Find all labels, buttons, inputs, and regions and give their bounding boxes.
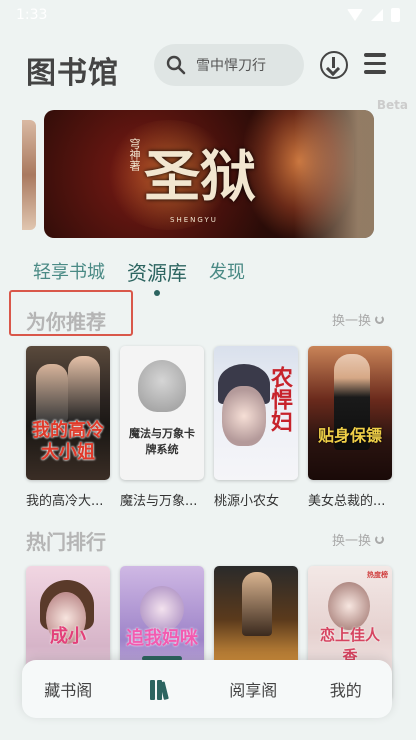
book-title: 美女总裁的... (308, 494, 386, 509)
refresh-label: 换一换 (331, 534, 371, 549)
cover-title: 贴身保镖 (317, 426, 382, 445)
search-icon (166, 55, 186, 75)
library-icon (149, 678, 173, 700)
bottom-nav: 藏书阁 阅享阁 我的 (22, 660, 392, 718)
book-card[interactable]: 我的高冷大小姐 我的高冷大... (26, 346, 110, 509)
download-icon[interactable] (320, 51, 348, 79)
recommend-book-list: 我的高冷大小姐 我的高冷大... 魔法与万象卡牌系统 魔法与万象... 农悍妇 … (26, 346, 392, 509)
book-cover: 我的高冷大小姐 (26, 346, 110, 480)
book-title: 我的高冷大... (26, 494, 104, 509)
cover-title: 魔法与万象卡牌系统 (129, 427, 195, 456)
refresh-icon (375, 315, 384, 324)
hot-ranking-title: 热门排行 (26, 530, 106, 554)
status-time: 1:33 (16, 7, 48, 23)
beta-badge: Beta (376, 98, 408, 112)
recommend-refresh-button[interactable]: 换一换 (332, 310, 384, 329)
cover-title: 农悍妇 (267, 366, 292, 432)
banner-prev-slide[interactable] (22, 120, 36, 230)
nav-library[interactable] (126, 678, 196, 700)
book-title: 魔法与万象... (120, 494, 198, 509)
cover-title: 追我妈咪 (126, 628, 198, 649)
book-card[interactable]: 贴身保镖 美女总裁的... (308, 346, 392, 509)
header: 图书馆 雪中悍刀行 (0, 42, 416, 91)
signal-icon (371, 9, 383, 21)
banner-pinyin: SHENGYU (170, 216, 218, 224)
book-card[interactable]: 农悍妇 桃源小农女 (214, 346, 298, 509)
search-input[interactable]: 雪中悍刀行 (154, 44, 304, 86)
status-bar: 1:33 (0, 0, 416, 30)
book-cover: 魔法与万象卡牌系统 (120, 346, 204, 480)
banner-carousel[interactable]: 穹神著 圣狱 SHENGYU (44, 110, 374, 238)
search-text: 雪中悍刀行 (196, 58, 266, 74)
nav-mine[interactable]: 我的 (311, 677, 381, 701)
tab-resource-library[interactable]: 资源库 (127, 257, 187, 296)
cover-tag: 热度榜 (367, 571, 388, 579)
banner-title: 圣狱 (144, 144, 256, 210)
recommend-title: 为你推荐 (26, 310, 106, 334)
book-cover: 贴身保镖 (308, 346, 392, 480)
page-title: 图书馆 (26, 56, 119, 91)
battery-icon (391, 8, 400, 22)
refresh-label: 换一换 (331, 314, 371, 329)
cover-title: 成小 (50, 626, 86, 647)
book-cover: 农悍妇 (214, 346, 298, 480)
book-title: 桃源小农女 (214, 494, 280, 509)
hot-refresh-button[interactable]: 换一换 (332, 530, 384, 549)
tab-discover[interactable]: 发现 (209, 258, 245, 286)
nav-bookshelf[interactable]: 藏书阁 (33, 677, 103, 701)
banner-figure-art (294, 110, 374, 238)
book-card[interactable]: 魔法与万象卡牌系统 魔法与万象... (120, 346, 204, 509)
nav-reading-hall[interactable]: 阅享阁 (218, 677, 288, 701)
tab-bar: 轻享书城 资源库 发现 (33, 257, 267, 296)
status-icons (347, 8, 400, 22)
cover-title: 我的高冷大小姐 (32, 420, 104, 463)
tab-light-bookstore[interactable]: 轻享书城 (33, 258, 105, 286)
menu-icon[interactable] (364, 53, 388, 77)
banner-author: 穹神著 (128, 138, 141, 171)
wifi-icon (347, 9, 363, 21)
refresh-icon (375, 535, 384, 544)
